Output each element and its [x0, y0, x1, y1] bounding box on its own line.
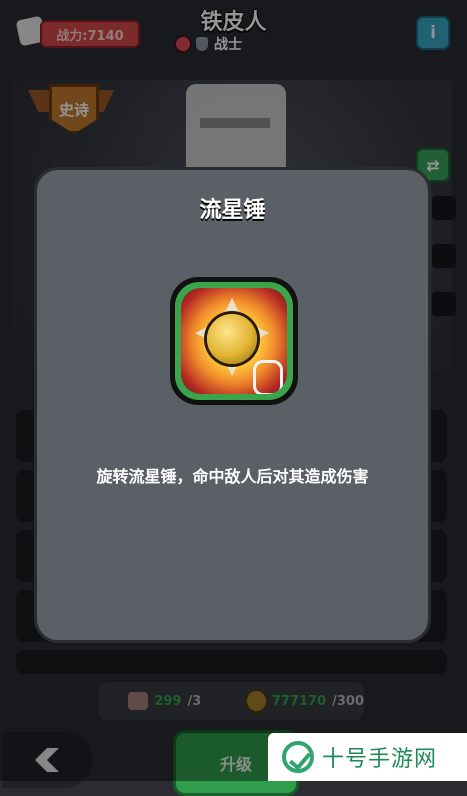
site-watermark: 十号手游网 — [268, 733, 467, 781]
site-logo-icon — [282, 741, 314, 773]
site-name: 十号手游网 — [322, 747, 438, 772]
skill-icon-frame — [170, 277, 298, 405]
meteor-hammer-icon — [181, 288, 287, 394]
mace-ball — [207, 314, 257, 364]
spike — [225, 362, 239, 376]
chain — [253, 360, 283, 394]
skill-icon-border — [175, 282, 293, 400]
spike — [255, 326, 269, 340]
skill-description: 旋转流星锤，命中敌人后对其造成伤害 — [96, 467, 369, 486]
skill-detail-modal: 流星锤 旋转流星锤，命中敌人后对其造成伤害 — [34, 167, 431, 643]
skill-title: 流星锤 — [199, 198, 266, 223]
spike — [225, 298, 239, 312]
